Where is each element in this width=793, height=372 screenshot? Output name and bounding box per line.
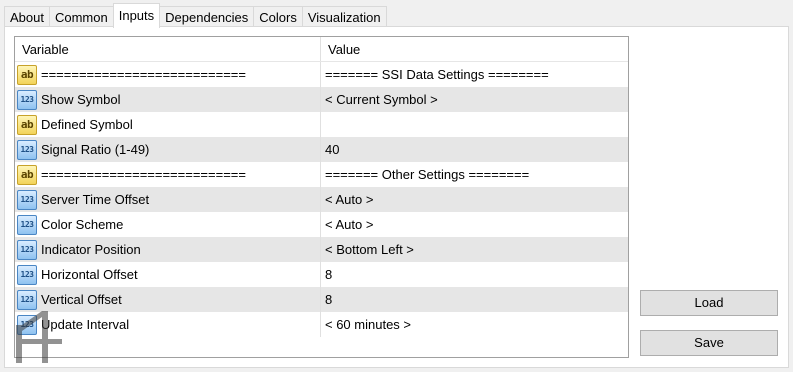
load-button[interactable]: Load — [640, 290, 778, 316]
table-row[interactable]: ab =========================== ======= SSI… — [15, 62, 628, 87]
table-row[interactable]: ab =========================== ======= Oth… — [15, 162, 628, 187]
value-cell[interactable]: 8 — [321, 287, 628, 312]
variable-cell: ab Defined Symbol — [15, 112, 321, 137]
table-row[interactable]: 123 Signal Ratio (1-49) 40 — [15, 137, 628, 162]
grid-rows: ab =========================== ======= SSI… — [15, 62, 628, 337]
variable-name: Update Interval — [41, 317, 130, 332]
value-cell[interactable]: ======= Other Settings ======== — [321, 162, 628, 187]
variable-name: Color Scheme — [41, 217, 124, 232]
variable-name: Signal Ratio (1-49) — [41, 142, 150, 157]
variable-name: Vertical Offset — [41, 292, 122, 307]
variable-name: Horizontal Offset — [41, 267, 138, 282]
tab-colors[interactable]: Colors — [253, 6, 303, 27]
string-type-icon: ab — [17, 64, 37, 85]
variable-cell: ab =========================== — [15, 62, 321, 87]
table-row[interactable]: 123 Show Symbol < Current Symbol > — [15, 87, 628, 112]
string-type-icon: ab — [17, 114, 37, 135]
value-cell[interactable] — [321, 112, 628, 137]
tab-about[interactable]: About — [4, 6, 50, 27]
value-cell[interactable]: < Current Symbol > — [321, 87, 628, 112]
numeric-type-icon: 123 — [17, 214, 37, 235]
string-type-icon: ab — [17, 164, 37, 185]
tab-dependencies[interactable]: Dependencies — [159, 6, 255, 27]
save-button[interactable]: Save — [640, 330, 778, 356]
variable-cell: 123 Signal Ratio (1-49) — [15, 137, 321, 162]
numeric-type-icon: 123 — [17, 139, 37, 160]
variable-name: Show Symbol — [41, 92, 121, 107]
variable-cell: ab =========================== — [15, 162, 321, 187]
value-cell[interactable]: < Bottom Left > — [321, 237, 628, 262]
table-row[interactable]: 123 Server Time Offset < Auto > — [15, 187, 628, 212]
numeric-type-icon: 123 — [17, 289, 37, 310]
value-cell[interactable]: < 60 minutes > — [321, 312, 628, 337]
variable-cell: 123 Server Time Offset — [15, 187, 321, 212]
variable-cell: 123 Vertical Offset — [15, 287, 321, 312]
tab-common[interactable]: Common — [48, 6, 114, 27]
variable-name: =========================== — [41, 67, 246, 82]
tab-inputs[interactable]: Inputs — [112, 3, 161, 28]
table-row[interactable]: 123 Vertical Offset 8 — [15, 287, 628, 312]
variable-cell: 123 Color Scheme — [15, 212, 321, 237]
table-row[interactable]: 123 Horizontal Offset 8 — [15, 262, 628, 287]
value-cell[interactable]: < Auto > — [321, 212, 628, 237]
variable-name: Defined Symbol — [41, 117, 133, 132]
numeric-type-icon: 123 — [17, 189, 37, 210]
variable-name: Indicator Position — [41, 242, 141, 257]
table-row[interactable]: 123 Update Interval < 60 minutes > — [15, 312, 628, 337]
variable-cell: 123 Horizontal Offset — [15, 262, 321, 287]
variable-cell: 123 Indicator Position — [15, 237, 321, 262]
value-cell[interactable]: ======= SSI Data Settings ======== — [321, 62, 628, 87]
value-column-header[interactable]: Value — [321, 37, 628, 61]
variable-name: =========================== — [41, 167, 246, 182]
inputs-grid: Variable Value ab =======================… — [14, 36, 629, 358]
table-row[interactable]: 123 Indicator Position < Bottom Left > — [15, 237, 628, 262]
variable-cell: 123 Update Interval — [15, 312, 321, 337]
numeric-type-icon: 123 — [17, 89, 37, 110]
value-cell[interactable]: 40 — [321, 137, 628, 162]
numeric-type-icon: 123 — [17, 264, 37, 285]
tab-visualization[interactable]: Visualization — [301, 6, 387, 27]
tab-bar: About Common Inputs Dependencies Colors … — [4, 3, 387, 28]
variable-cell: 123 Show Symbol — [15, 87, 321, 112]
value-cell[interactable]: < Auto > — [321, 187, 628, 212]
numeric-type-icon: 123 — [17, 239, 37, 260]
table-row[interactable]: 123 Color Scheme < Auto > — [15, 212, 628, 237]
variable-column-header[interactable]: Variable — [15, 37, 321, 61]
variable-name: Server Time Offset — [41, 192, 150, 207]
grid-header: Variable Value — [15, 37, 628, 62]
table-row[interactable]: ab Defined Symbol — [15, 112, 628, 137]
numeric-type-icon: 123 — [17, 314, 37, 335]
value-cell[interactable]: 8 — [321, 262, 628, 287]
